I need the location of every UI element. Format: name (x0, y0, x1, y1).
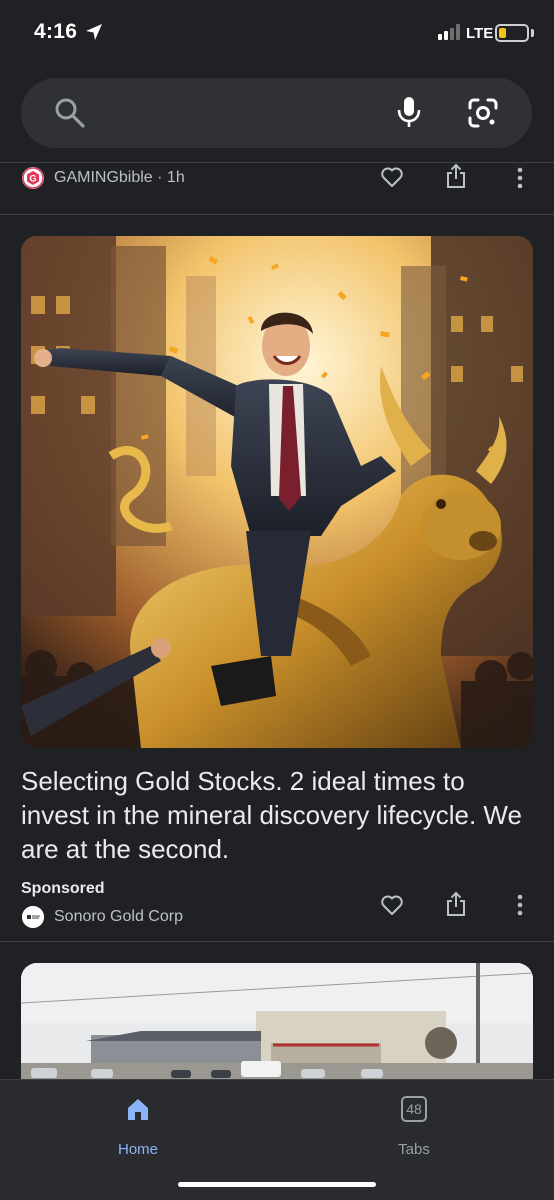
battery-icon (495, 24, 529, 42)
businessman-riding-golden-bull-illustration (21, 236, 533, 748)
heart-icon[interactable] (380, 166, 404, 188)
source-row[interactable]: G GAMINGbible · 1h (22, 165, 185, 191)
sponsored-label: Sponsored (21, 880, 105, 897)
google-lens-icon[interactable] (466, 96, 500, 130)
headline[interactable]: Selecting Gold Stocks. 2 ideal times to … (21, 764, 536, 866)
search-bar[interactable] (21, 78, 532, 148)
more-vert-icon[interactable] (516, 167, 524, 189)
search-input[interactable] (101, 93, 371, 133)
card-image[interactable] (21, 236, 533, 748)
status-time: 4:16 (34, 20, 78, 43)
gamingbible-logo-icon: G (22, 167, 44, 189)
advertiser-row[interactable]: Sonoro Gold Corp (22, 904, 183, 930)
search-icon[interactable] (53, 96, 87, 130)
nav-tabs[interactable]: 48 Tabs (374, 1094, 454, 1158)
battery-level (499, 28, 506, 38)
battery-tip (531, 29, 534, 37)
home-indicator (178, 1182, 376, 1187)
heart-icon[interactable] (380, 894, 404, 916)
divider (0, 941, 554, 942)
svg-text:G: G (29, 174, 36, 184)
signal-icon (438, 24, 460, 40)
nav-home-label: Home (117, 1141, 158, 1158)
location-arrow-icon (86, 24, 102, 40)
nav-tabs-label: Tabs (398, 1141, 430, 1158)
divider (0, 214, 554, 215)
sonoro-logo-icon (22, 906, 44, 928)
mic-icon[interactable] (395, 95, 423, 129)
home-icon (128, 1099, 148, 1120)
status-bar: 4:16 LTE (0, 0, 554, 66)
source-name: GAMINGbible · 1h (54, 169, 185, 186)
tabs-icon: 48 (401, 1096, 427, 1122)
divider (0, 162, 554, 163)
more-vert-icon[interactable] (516, 894, 524, 916)
advertiser-name: Sonoro Gold Corp (54, 908, 183, 925)
nav-home[interactable]: Home (98, 1094, 178, 1158)
share-icon[interactable] (445, 891, 467, 917)
share-icon[interactable] (445, 163, 467, 189)
network-type: LTE (466, 25, 494, 42)
